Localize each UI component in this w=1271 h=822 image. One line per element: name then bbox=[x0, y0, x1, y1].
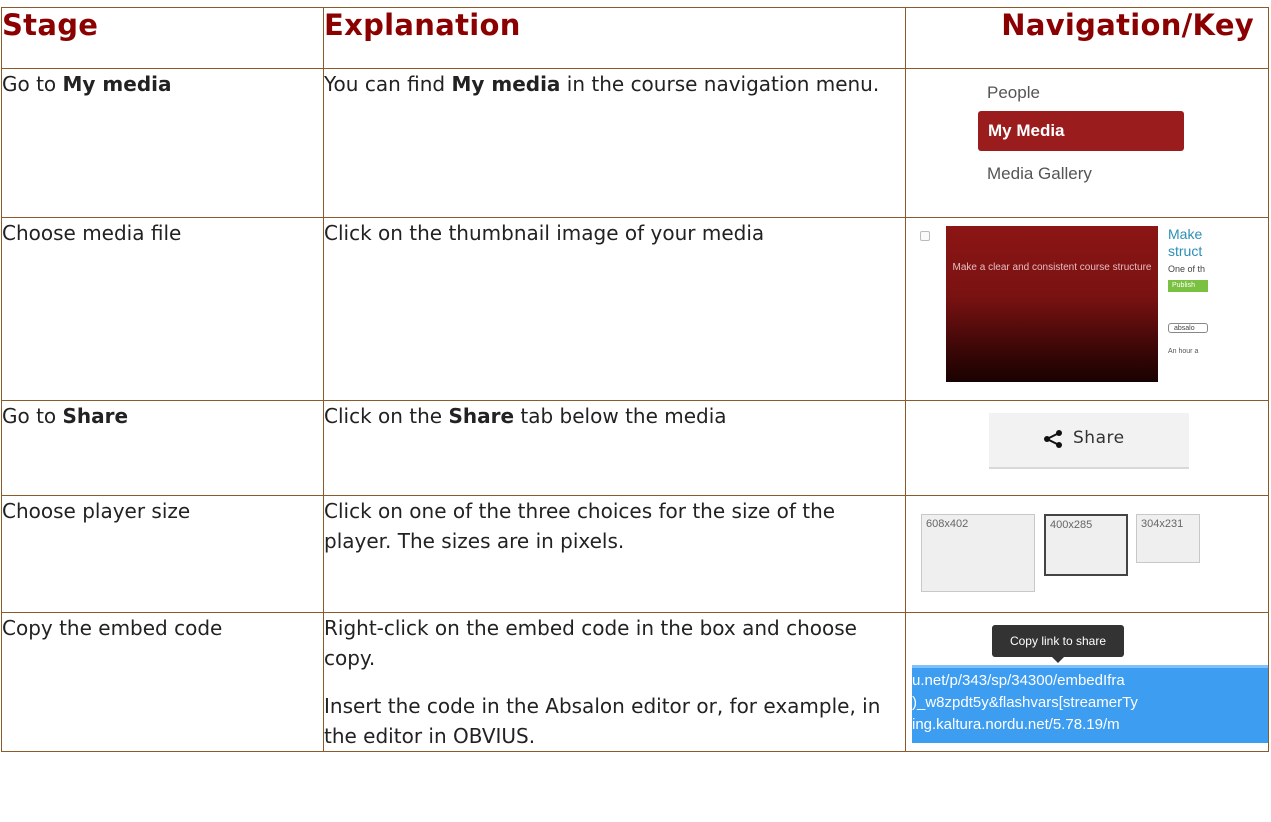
explanation-cell: Click on the thumbnail image of your med… bbox=[323, 217, 906, 401]
explanation-paragraph: Right-click on the embed code in the box… bbox=[324, 616, 857, 670]
select-checkbox[interactable] bbox=[920, 231, 930, 241]
key-cell: Make a clear and consistent course struc… bbox=[905, 217, 1269, 401]
key-cell: Share bbox=[905, 400, 1269, 496]
explanation-cell: Click on one of the three choices for th… bbox=[323, 495, 906, 613]
header-navigation-key: Navigation/Key bbox=[905, 7, 1269, 69]
timestamp: An hour a bbox=[1168, 348, 1199, 355]
stage-cell: Choose media file bbox=[1, 217, 324, 401]
media-thumbnail[interactable]: Make a clear and consistent course struc… bbox=[946, 226, 1158, 382]
share-icon bbox=[1043, 430, 1063, 453]
table-row: Go to Share Click on the Share tab below… bbox=[1, 400, 1269, 496]
tag-pill[interactable]: absalo bbox=[1168, 323, 1208, 333]
explanation-cell: You can find My media in the course navi… bbox=[323, 68, 906, 218]
embed-code-line: ing.kaltura.nordu.net/5.78.19/m bbox=[912, 716, 1120, 733]
status-badge: Publish bbox=[1168, 280, 1208, 292]
stage-bold: My media bbox=[62, 72, 172, 96]
nav-item-people[interactable]: People bbox=[987, 83, 1040, 103]
explanation-paragraph: Insert the code in the Absalon editor or… bbox=[324, 694, 881, 748]
embed-code-box[interactable]: u.net/p/343/sp/34300/embedIfra )_w8zpdt5… bbox=[912, 665, 1268, 743]
key-cell: Copy link to share u.net/p/343/sp/34300/… bbox=[905, 612, 1269, 752]
table-row: Choose player size Click on one of the t… bbox=[1, 495, 1269, 613]
stage-cell: Copy the embed code bbox=[1, 612, 324, 752]
instruction-table: Stage Explanation Navigation/Key Go to M… bbox=[1, 7, 1269, 752]
embed-code-line: u.net/p/343/sp/34300/embedIfra bbox=[912, 672, 1125, 689]
header-stage: Stage bbox=[1, 7, 324, 69]
key-cell: 608x402 400x285 304x231 bbox=[905, 495, 1269, 613]
size-option-large[interactable]: 608x402 bbox=[921, 514, 1035, 592]
key-cell: People My Media Media Gallery bbox=[905, 68, 1269, 218]
nav-item-my-media[interactable]: My Media bbox=[978, 111, 1184, 151]
header-explanation: Explanation bbox=[323, 7, 906, 69]
share-tab-button[interactable]: Share bbox=[989, 413, 1189, 469]
embed-code-line: )_w8zpdt5y&flashvars[streamerTy bbox=[912, 694, 1138, 711]
stage-bold: Share bbox=[62, 404, 129, 428]
tooltip-arrow bbox=[1052, 657, 1064, 663]
table-row: Go to My media You can find My media in … bbox=[1, 68, 1269, 218]
size-option-medium[interactable]: 400x285 bbox=[1044, 514, 1128, 576]
copy-tooltip: Copy link to share bbox=[992, 625, 1124, 657]
thumbnail-caption: Make a clear and consistent course struc… bbox=[952, 262, 1152, 273]
media-title-link[interactable]: Make struct bbox=[1168, 226, 1202, 260]
size-option-small[interactable]: 304x231 bbox=[1136, 514, 1200, 563]
media-description: One of th bbox=[1168, 264, 1206, 274]
table-row: Choose media file Click on the thumbnail… bbox=[1, 217, 1269, 401]
document-page: Stage Explanation Navigation/Key Go to M… bbox=[0, 0, 1271, 822]
table-row: Copy the embed code Right-click on the e… bbox=[1, 612, 1269, 752]
stage-cell: Go to My media bbox=[1, 68, 324, 218]
stage-cell: Go to Share bbox=[1, 400, 324, 496]
explanation-cell: Right-click on the embed code in the box… bbox=[323, 612, 906, 752]
share-label: Share bbox=[1073, 428, 1125, 448]
nav-item-media-gallery[interactable]: Media Gallery bbox=[987, 164, 1092, 184]
explanation-cell: Click on the Share tab below the media bbox=[323, 400, 906, 496]
header-row: Stage Explanation Navigation/Key bbox=[1, 7, 1269, 69]
stage-cell: Choose player size bbox=[1, 495, 324, 613]
